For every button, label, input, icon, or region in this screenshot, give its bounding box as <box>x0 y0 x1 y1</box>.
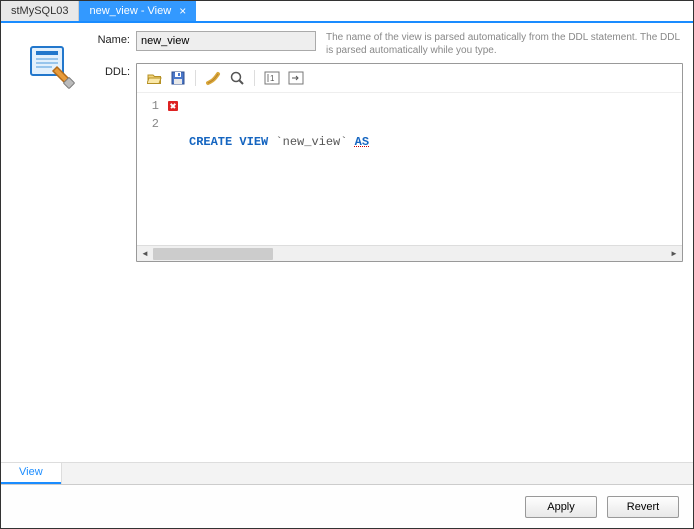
line-gutter: 1 2 <box>137 93 165 245</box>
tab-label: stMySQL03 <box>11 5 68 17</box>
code-editor[interactable]: 1 2 CREATE VIEW `new_view` AS <box>137 93 682 245</box>
bottom-tabbar: View <box>1 462 693 484</box>
tab-view[interactable]: View <box>1 463 61 484</box>
invisible-chars-icon[interactable] <box>285 68 307 88</box>
apply-button[interactable]: Apply <box>525 496 597 518</box>
code-text[interactable]: CREATE VIEW `new_view` AS <box>181 93 682 245</box>
tab-stmysql03[interactable]: stMySQL03 <box>1 1 79 21</box>
close-icon[interactable]: × <box>179 5 186 17</box>
tab-label: new_view - View <box>89 5 171 17</box>
name-input[interactable] <box>136 31 316 51</box>
button-bar: Apply Revert <box>1 484 693 528</box>
tab-new-view[interactable]: new_view - View × <box>79 1 196 21</box>
toolbar-separator <box>195 70 196 86</box>
beautify-icon[interactable] <box>202 68 224 88</box>
revert-button[interactable]: Revert <box>607 496 679 518</box>
name-hint: The name of the view is parsed automatic… <box>326 31 683 57</box>
scroll-right-icon[interactable]: ► <box>666 247 682 261</box>
content-area: Name: The name of the view is parsed aut… <box>1 23 693 462</box>
marker-gutter <box>165 93 181 245</box>
wrap-icon[interactable]: 1 <box>261 68 283 88</box>
svg-text:1: 1 <box>270 74 275 83</box>
line-number: 2 <box>137 115 165 133</box>
scrollbar-thumb[interactable] <box>153 248 273 260</box>
search-icon[interactable] <box>226 68 248 88</box>
open-icon[interactable] <box>143 68 165 88</box>
left-panel <box>11 31 91 457</box>
editor-toolbar: 1 <box>137 64 682 93</box>
name-label: Name: <box>91 31 136 46</box>
view-tool-icon <box>27 41 75 89</box>
keyword-error: AS <box>355 135 369 149</box>
ddl-editor-panel: 1 1 2 CREATE VIEW ` <box>136 63 683 262</box>
error-marker-icon[interactable] <box>165 97 181 115</box>
identifier: `new_view` <box>275 135 347 149</box>
tabbar-spacer <box>61 463 693 484</box>
empty-marker <box>165 115 181 133</box>
ddl-label: DDL: <box>91 63 136 78</box>
toolbar-separator <box>254 70 255 86</box>
main-tabbar: stMySQL03 new_view - View × <box>1 1 693 23</box>
save-icon[interactable] <box>167 68 189 88</box>
keyword: CREATE <box>189 135 232 149</box>
line-number: 1 <box>137 97 165 115</box>
horizontal-scrollbar[interactable]: ◄ ► <box>137 245 682 261</box>
scroll-left-icon[interactable]: ◄ <box>137 247 153 261</box>
right-panel: Name: The name of the view is parsed aut… <box>91 31 683 457</box>
keyword: VIEW <box>239 135 268 149</box>
